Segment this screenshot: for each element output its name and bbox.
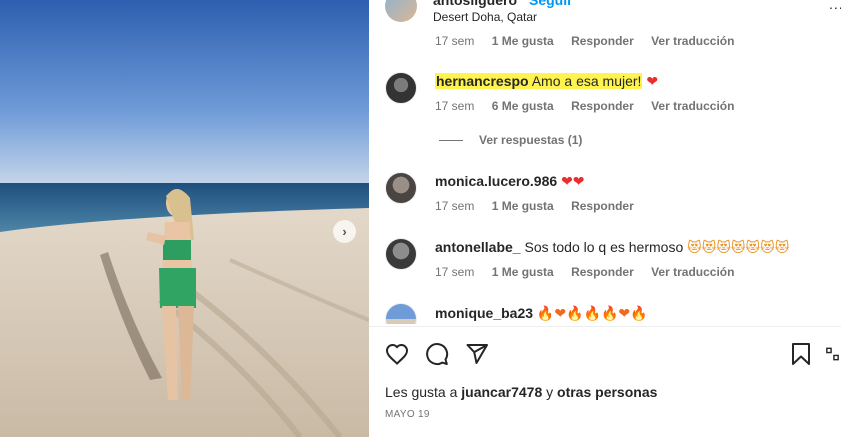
author-avatar[interactable] (385, 0, 417, 22)
comments-list[interactable]: 17 sem 1 Me gusta Responder Ver traducci… (369, 28, 841, 324)
view-replies-label[interactable]: Ver respuestas (1) (479, 133, 582, 147)
fire-heart-emoji: 🔥❤🔥🔥🔥❤🔥 (536, 306, 648, 322)
comment-time: 17 sem (435, 199, 475, 213)
reply-button[interactable]: Responder (571, 99, 634, 113)
commenter-avatar[interactable] (385, 238, 417, 270)
author-username[interactable]: antosilguero (433, 0, 517, 8)
comment-time: 17 sem (435, 34, 475, 48)
comment-username[interactable]: antonellabe_ (435, 239, 521, 255)
comment-meta: 17 sem 6 Me gusta Responder Ver traducci… (435, 99, 748, 113)
likes-others-link[interactable]: otras personas (557, 384, 657, 400)
comment-icon[interactable] (424, 341, 450, 367)
comment-username[interactable]: hernancrespo (436, 73, 529, 89)
more-actions-icon[interactable] (824, 341, 841, 367)
comment-text: Sos todo lo q es hermoso (524, 239, 684, 255)
post-photo[interactable]: › (0, 0, 369, 437)
comment-likes[interactable]: 1 Me gusta (492, 265, 554, 279)
heart-emoji: ❤❤ (561, 174, 585, 190)
heart-emoji: ❤ (646, 74, 659, 90)
translate-button[interactable]: Ver traducción (651, 99, 734, 113)
comment-meta: 17 sem 1 Me gusta Responder Ver traducci… (435, 265, 748, 279)
view-replies-button[interactable]: Ver respuestas (1) (439, 133, 582, 147)
next-photo-button[interactable]: › (333, 220, 356, 243)
post-date[interactable]: MAYO 19 (385, 409, 430, 420)
likes-summary: Les gusta a juancar7478 y otras personas (385, 384, 657, 400)
replies-divider (439, 139, 463, 141)
cat-emoji: 😻😻😻😻😻😻😻 (687, 240, 790, 256)
post-details-panel: antosilguero Seguir Desert Doha, Qatar .… (369, 0, 841, 437)
comment-likes[interactable]: 6 Me gusta (492, 99, 554, 113)
commenter-avatar[interactable] (385, 303, 417, 324)
likes-connector: y (546, 384, 554, 400)
post-header: antosilguero Seguir Desert Doha, Qatar .… (369, 0, 841, 30)
bookmark-icon[interactable] (788, 341, 814, 367)
previous-comment-meta: 17 sem 1 Me gusta Responder Ver traducci… (435, 34, 748, 48)
liker-username[interactable]: juancar7478 (461, 384, 542, 400)
follow-button[interactable]: Seguir (529, 0, 573, 8)
share-icon[interactable] (464, 341, 490, 367)
reply-button[interactable]: Responder (571, 34, 634, 48)
heart-icon[interactable] (384, 341, 410, 367)
comment-time: 17 sem (435, 265, 475, 279)
reply-button[interactable]: Responder (571, 265, 634, 279)
comment-text: Amo a esa mujer! (531, 73, 642, 89)
comment-username[interactable]: monique_ba23 (435, 305, 533, 321)
post-location[interactable]: Desert Doha, Qatar (433, 10, 537, 24)
likes-prefix: Les gusta a (385, 384, 458, 400)
comment-likes[interactable]: 1 Me gusta (492, 34, 554, 48)
comment-likes[interactable]: 1 Me gusta (492, 199, 554, 213)
comment-time: 17 sem (435, 99, 475, 113)
commenter-avatar[interactable] (385, 172, 417, 204)
translate-button[interactable]: Ver traducción (651, 34, 734, 48)
translate-button[interactable]: Ver traducción (651, 265, 734, 279)
comment-username[interactable]: monica.lucero.986 (435, 173, 557, 189)
actions-divider (369, 326, 841, 327)
commenter-avatar[interactable] (385, 72, 417, 104)
reply-button[interactable]: Responder (571, 199, 634, 213)
comment-meta: 17 sem 1 Me gusta Responder (435, 199, 648, 213)
more-options-icon[interactable]: ... (829, 0, 841, 12)
